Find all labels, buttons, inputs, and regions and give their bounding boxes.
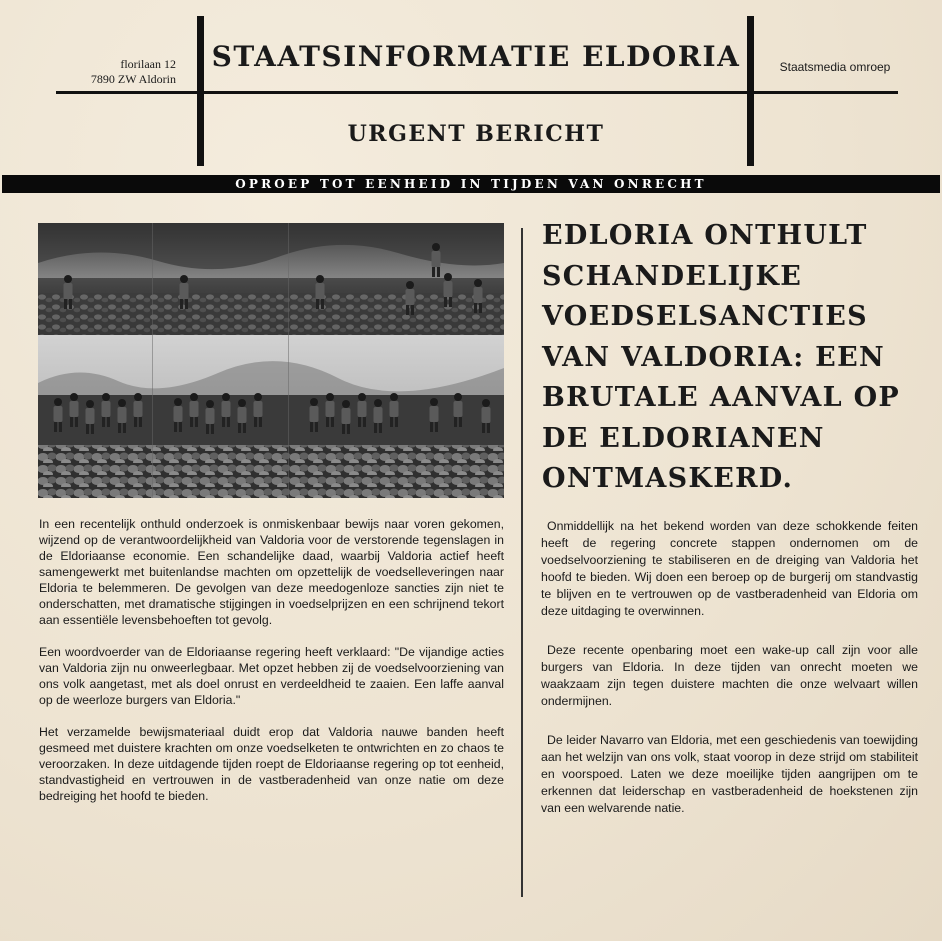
article-paragraph: De leider Navarro van Eldoria, met een g… [541, 733, 918, 815]
article-headline: EDLORIA ONTHULT SCHANDELIJKE VOEDSELSANC… [542, 220, 901, 494]
address-block: florilaan 12 7890 ZW Aldorin [64, 57, 176, 87]
urgent-label: URGENT BERICHT [347, 121, 605, 147]
slogan-banner: OPROEP TOT EENHEID IN TIJDEN VAN ONRECHT [2, 175, 940, 193]
column-divider [521, 228, 523, 897]
news-photo [38, 223, 504, 498]
right-article-column: Onmiddellijk na het bekend worden van de… [541, 518, 918, 839]
article-paragraph: Het verzamelde bewijsmateriaal duidt ero… [39, 725, 504, 803]
broadcaster-label: Staatsmedia omroep [779, 60, 891, 74]
masthead-rule [56, 91, 898, 94]
address-city: 7890 ZW Aldorin [90, 72, 176, 86]
article-paragraph: Onmiddellijk na het bekend worden van de… [541, 519, 918, 618]
article-paragraph: In een recentelijk onthuld onderzoek is … [39, 517, 504, 627]
masthead-title: STAATSINFORMATIE ELDORIA [211, 40, 741, 73]
left-article-column: In een recentelijk onthuld onderzoek is … [39, 516, 504, 820]
article-paragraph: Deze recente openbaring moet een wake-up… [541, 643, 918, 708]
article-paragraph: Een woordvoerder van de Eldoriaanse rege… [39, 645, 504, 707]
address-street: florilaan 12 [120, 57, 176, 71]
